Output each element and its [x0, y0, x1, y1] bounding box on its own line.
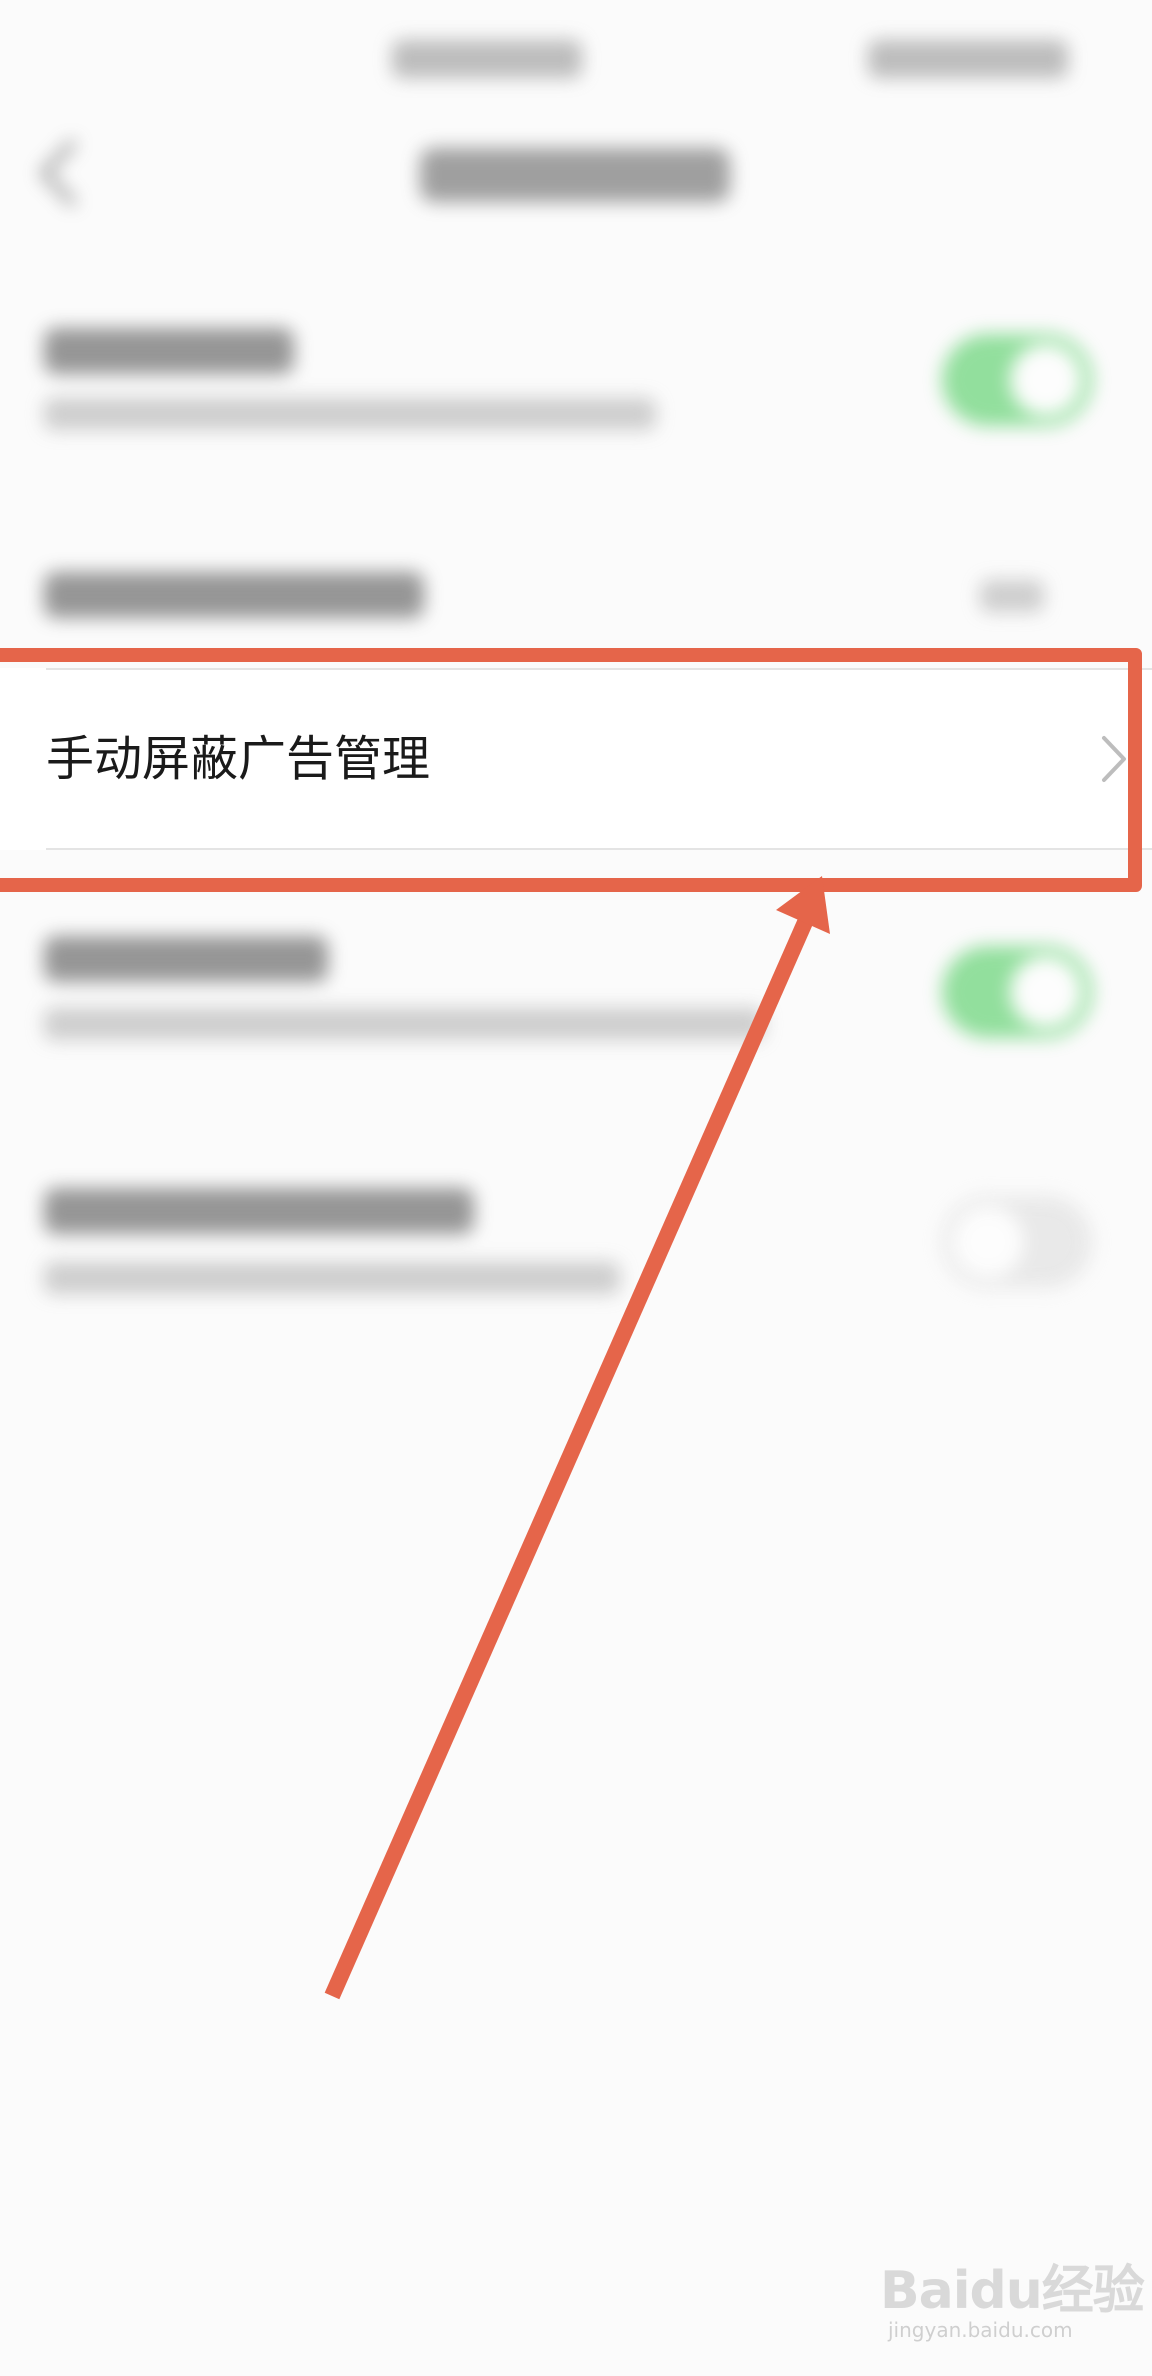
baidu-watermark: Baidu经验 jingyan.baidu.com: [880, 2248, 1145, 2348]
toggle-knob: [1010, 956, 1082, 1028]
page-title: [420, 148, 730, 202]
setting-title: [44, 936, 328, 982]
back-arrow-icon[interactable]: [34, 138, 82, 208]
setting-description: [44, 1008, 764, 1040]
status-bar-right: [868, 40, 1068, 78]
setting-description: [44, 398, 656, 430]
annotation-highlight-box: [0, 648, 1142, 892]
toggle-knob: [1010, 344, 1082, 416]
status-bar-center: [392, 40, 582, 78]
toggle-knob: [952, 1206, 1024, 1278]
toggle-switch[interactable]: [942, 946, 1092, 1038]
watermark-url: jingyan.baidu.com: [888, 2318, 1073, 2342]
screen: 手动屏蔽广告管理 Baidu经验 jingyan.baidu.com: [0, 0, 1152, 2376]
toggle-switch[interactable]: [942, 1196, 1092, 1288]
setting-description: [44, 1262, 620, 1294]
setting-value: [980, 580, 1044, 612]
setting-title: [44, 572, 424, 618]
status-bar: [0, 40, 1152, 90]
setting-title: [44, 1188, 474, 1234]
setting-title: [44, 328, 294, 374]
watermark-logo: Baidu经验: [880, 2261, 1145, 2321]
toggle-switch[interactable]: [942, 334, 1092, 426]
